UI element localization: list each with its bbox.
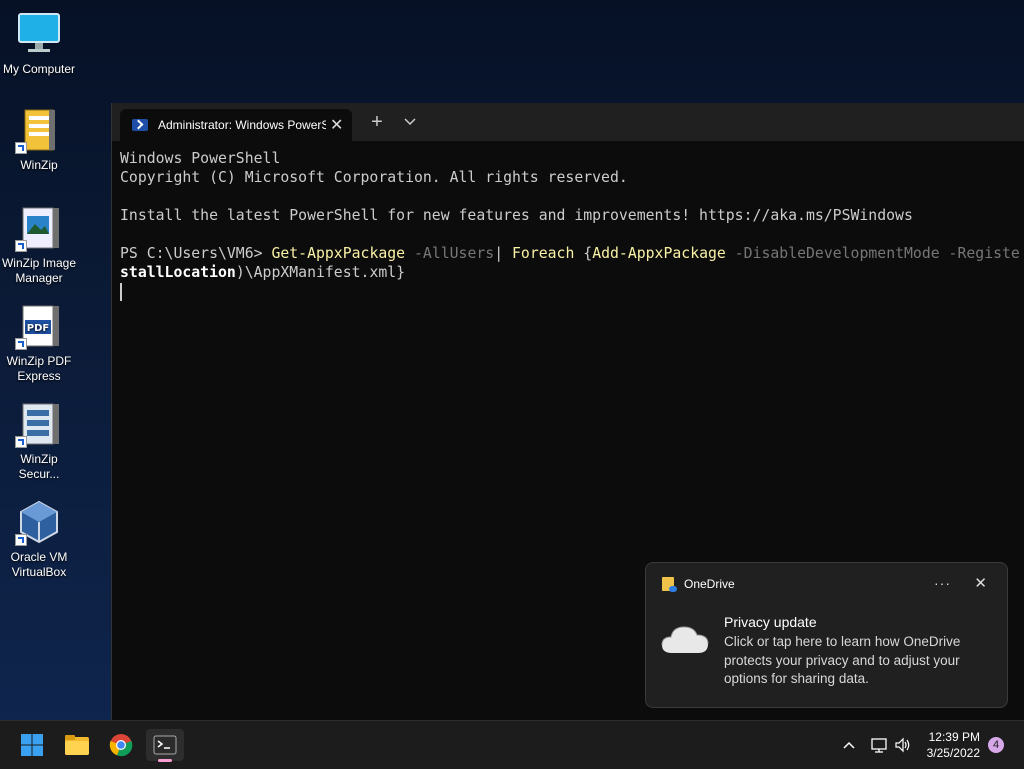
parameter-token: -DisableDevelopmentMode -Registe	[725, 245, 1020, 262]
wrapped-rest: )\AppXManifest.xml}	[235, 264, 406, 281]
desktop-icon-label: Oracle VM VirtualBox	[10, 550, 68, 579]
parameter-token: -AllUsers	[405, 245, 495, 262]
notification-body: Click or tap here to learn how OneDrive …	[724, 634, 961, 686]
chevron-up-icon[interactable]	[842, 740, 856, 750]
monitor-icon	[15, 10, 63, 58]
cloud-icon	[661, 626, 709, 653]
more-options-button[interactable]: ···	[934, 575, 951, 591]
notification-header: OneDrive	[662, 577, 735, 592]
desktop-icon-winzip-pdf-express[interactable]: PDF WinZip PDF Express	[0, 302, 78, 384]
desktop-icon-virtualbox[interactable]: Oracle VM VirtualBox	[0, 498, 78, 580]
onedrive-app-icon	[662, 577, 677, 592]
taskbar-chrome[interactable]	[102, 729, 140, 761]
terminal-output[interactable]: Windows PowerShell Copyright (C) Microso…	[112, 141, 1024, 309]
terminal-tab[interactable]: Administrator: Windows PowerS ✕	[120, 109, 352, 141]
taskbar: 12:39 PM 3/25/2022 4	[0, 720, 1024, 769]
terminal-tab-bar: Administrator: Windows PowerS ✕ +	[112, 103, 1024, 141]
tab-title: Administrator: Windows PowerS	[158, 118, 326, 132]
chevron-down-icon	[404, 118, 416, 126]
tab-close-icon[interactable]: ✕	[330, 115, 343, 135]
new-tab-button[interactable]: +	[364, 111, 390, 133]
winzip-pdf-icon: PDF	[15, 302, 63, 350]
command-token: Add-AppxPackage	[592, 245, 726, 262]
start-button[interactable]	[13, 729, 51, 761]
desktop-icon-my-computer[interactable]: My Computer	[0, 10, 78, 77]
brace-token: {	[574, 245, 593, 262]
prompt: PS C:\Users\VM6>	[120, 245, 272, 262]
shortcut-arrow-icon	[15, 436, 27, 448]
start-icon	[21, 734, 43, 756]
desktop-icon-label: WinZip PDF Express	[6, 354, 72, 383]
winzip-image-manager-icon	[15, 204, 63, 252]
taskbar-terminal[interactable]	[146, 729, 184, 762]
virtualbox-icon	[15, 498, 63, 546]
shortcut-arrow-icon	[15, 338, 27, 350]
wrapped-token: stallLocation	[120, 264, 236, 281]
onedrive-notification[interactable]: OneDrive ··· ✕ Privacy update Click or t…	[645, 562, 1008, 708]
output-line: Windows PowerShell	[120, 150, 281, 167]
network-icon[interactable]	[870, 737, 888, 753]
taskbar-file-explorer[interactable]	[58, 729, 96, 761]
output-line: Install the latest PowerShell for new fe…	[120, 207, 913, 224]
desktop-icon-winzip-secure[interactable]: WinZip Secur...	[0, 400, 78, 482]
volume-icon[interactable]	[894, 737, 912, 753]
powershell-icon	[132, 119, 148, 131]
desktop-icon-winzip[interactable]: WinZip	[0, 106, 78, 173]
chrome-icon	[109, 734, 133, 757]
pipe-token: |	[494, 245, 513, 262]
taskbar-clock[interactable]: 12:39 PM 3/25/2022	[927, 729, 980, 761]
command-token: Foreach	[512, 245, 575, 262]
shortcut-arrow-icon	[15, 240, 27, 252]
shortcut-arrow-icon	[15, 142, 27, 154]
terminal-icon	[153, 735, 177, 755]
desktop-icon-label: My Computer	[2, 62, 76, 76]
command-token: Get-AppxPackage	[271, 245, 406, 262]
notification-app-name: OneDrive	[684, 577, 735, 591]
notification-count-badge[interactable]: 4	[988, 737, 1004, 753]
desktop-icon-label: WinZip Secur...	[18, 452, 60, 481]
notification-close-button[interactable]: ✕	[974, 574, 987, 592]
tab-dropdown-button[interactable]	[397, 109, 423, 131]
desktop-icon-label: WinZip Image Manager	[1, 256, 77, 285]
desktop-icon-winzip-image-manager[interactable]: WinZip Image Manager	[0, 204, 78, 286]
notification-heading: Privacy update	[724, 614, 817, 630]
output-line: Copyright (C) Microsoft Corporation. All…	[120, 169, 628, 186]
winzip-secure-icon	[15, 400, 63, 448]
shortcut-arrow-icon	[15, 534, 27, 546]
svg-text:PDF: PDF	[27, 323, 49, 334]
desktop-icon-label: WinZip	[20, 158, 58, 172]
system-tray	[842, 721, 912, 769]
clock-date: 3/25/2022	[926, 746, 980, 760]
file-explorer-icon	[65, 735, 89, 755]
clock-time: 12:39 PM	[928, 730, 980, 744]
text-cursor	[120, 283, 122, 301]
winzip-icon	[15, 106, 63, 154]
